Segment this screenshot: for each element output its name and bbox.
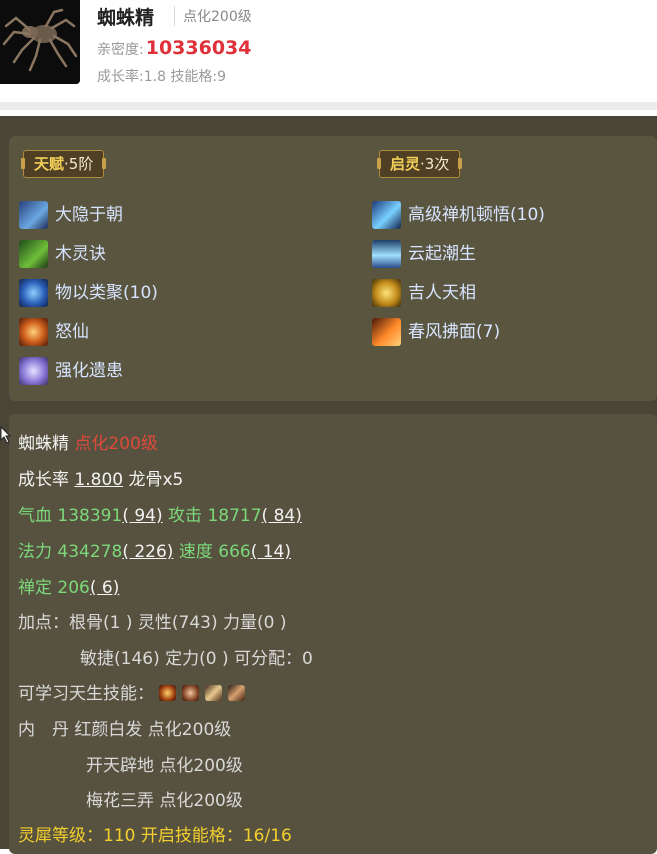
atk-value: 18717 bbox=[207, 506, 262, 526]
intimacy-row: 亲密度: 10336034 bbox=[97, 37, 251, 59]
pet-name: 蜘蛛精 bbox=[97, 7, 155, 29]
growth-value: 1.800 bbox=[74, 470, 124, 490]
skill-name: 云起潮生 bbox=[408, 244, 476, 264]
spd-label: 速度 bbox=[178, 542, 213, 562]
qiling-label: 启灵 bbox=[390, 155, 421, 173]
atk-label: 攻击 bbox=[168, 506, 203, 526]
skill-name: 吉人天相 bbox=[408, 283, 476, 303]
qiling-times: ·3次 bbox=[420, 155, 450, 173]
skill-name: 强化遗患 bbox=[55, 361, 123, 381]
innate-skill-icon[interactable] bbox=[228, 685, 246, 701]
mp-spd-row: 法力 434278( 226) 速度 666( 14) bbox=[18, 540, 291, 564]
hp-atk-row: 气血 138391( 94) 攻击 18717( 84) bbox=[18, 504, 302, 528]
chanding-label: 禅定 bbox=[18, 578, 52, 598]
divider bbox=[0, 102, 657, 110]
lingxi-row: 灵犀等级：110 开启技能格：16/16 bbox=[18, 826, 292, 846]
skill-icon bbox=[19, 357, 48, 385]
detail-pet-tag: 点化200级 bbox=[74, 434, 158, 454]
innate-skill-icon[interactable] bbox=[182, 685, 200, 701]
hp-value: 138391 bbox=[57, 506, 123, 526]
skill-icon bbox=[372, 318, 401, 346]
neidan-row-1: 内 丹 红颜白发 点化200级 bbox=[18, 718, 231, 742]
skill-icon bbox=[19, 279, 48, 307]
growth-skill-slots: 成长率:1.8 技能格:9 bbox=[97, 69, 227, 85]
qiling-badge: 启灵·3次 bbox=[376, 150, 463, 178]
skill-icon bbox=[372, 240, 401, 268]
skill-icon bbox=[19, 201, 48, 229]
chanding-row: 禅定 206( 6) bbox=[18, 576, 119, 600]
skill-name: 怒仙 bbox=[55, 322, 89, 342]
talent-label: 天赋 bbox=[34, 155, 65, 173]
atk-bonus: ( 84) bbox=[261, 506, 302, 526]
innate-skill-icon[interactable] bbox=[205, 685, 223, 701]
mp-label: 法力 bbox=[18, 542, 52, 562]
growth-label: 成长率 bbox=[18, 470, 69, 490]
intimacy-label: 亲密度: bbox=[97, 42, 144, 58]
skill-name: 物以类聚(10) bbox=[55, 283, 158, 303]
skill-icon bbox=[372, 279, 401, 307]
spd-bonus: ( 14) bbox=[250, 542, 292, 562]
points-row-2: 敏捷(146) 定力(0 ) 可分配：0 bbox=[80, 649, 313, 669]
hp-label: 气血 bbox=[18, 506, 52, 526]
mp-value: 434278 bbox=[57, 542, 123, 562]
mouse-cursor-icon bbox=[0, 426, 12, 444]
skill-name: 大隐于朝 bbox=[55, 205, 123, 225]
neidan-item: 梅花三弄 点化200级 bbox=[86, 791, 243, 811]
talent-level: ·5阶 bbox=[64, 155, 94, 173]
pet-detail-panel: 天赋·5阶 启灵·3次 大隐于朝 木灵诀 物以类聚(10) 怒仙 强化遗患 高级… bbox=[0, 116, 657, 854]
spider-image bbox=[0, 0, 80, 84]
learnable-label: 可学习天生技能： bbox=[18, 684, 154, 704]
detail-title: 蜘蛛精 点化200级 bbox=[18, 432, 158, 456]
mp-bonus: ( 226) bbox=[122, 542, 174, 562]
innate-skill-icon[interactable] bbox=[159, 685, 177, 701]
points-row-1: 加点：根骨(1 ) 灵性(743) 力量(0 ) bbox=[18, 613, 287, 633]
detail-pet-name: 蜘蛛精 bbox=[18, 434, 69, 454]
skill-name: 春风拂面(7) bbox=[408, 322, 501, 342]
skill-name: 木灵诀 bbox=[55, 244, 106, 264]
learnable-row: 可学习天生技能： bbox=[18, 682, 251, 706]
hp-bonus: ( 94) bbox=[122, 506, 163, 526]
pet-avatar[interactable] bbox=[0, 0, 80, 84]
chanding-bonus: ( 6) bbox=[89, 578, 120, 598]
chanding-value: 206 bbox=[57, 578, 90, 598]
spd-value: 666 bbox=[218, 542, 251, 562]
neidan-label: 内 丹 bbox=[18, 720, 69, 740]
pet-header: 蜘蛛精 点化200级 亲密度: 10336034 成长率:1.8 技能格:9 bbox=[0, 0, 657, 100]
talent-badge: 天赋·5阶 bbox=[20, 150, 107, 178]
talent-card: 天赋·5阶 启灵·3次 大隐于朝 木灵诀 物以类聚(10) 怒仙 强化遗患 高级… bbox=[9, 136, 657, 401]
skill-icon bbox=[19, 318, 48, 346]
neidan-item: 开天辟地 点化200级 bbox=[86, 756, 243, 776]
skill-icon bbox=[372, 201, 401, 229]
growth-row: 成长率 1.800 龙骨x5 bbox=[18, 468, 183, 492]
skill-name: 高级禅机顿悟(10) bbox=[408, 205, 545, 225]
skill-icon bbox=[19, 240, 48, 268]
neidan-item: 红颜白发 点化200级 bbox=[74, 720, 232, 740]
growth-extra: 龙骨x5 bbox=[128, 470, 184, 490]
pet-level-tag: 点化200级 bbox=[174, 6, 252, 26]
intimacy-value: 10336034 bbox=[145, 37, 252, 59]
